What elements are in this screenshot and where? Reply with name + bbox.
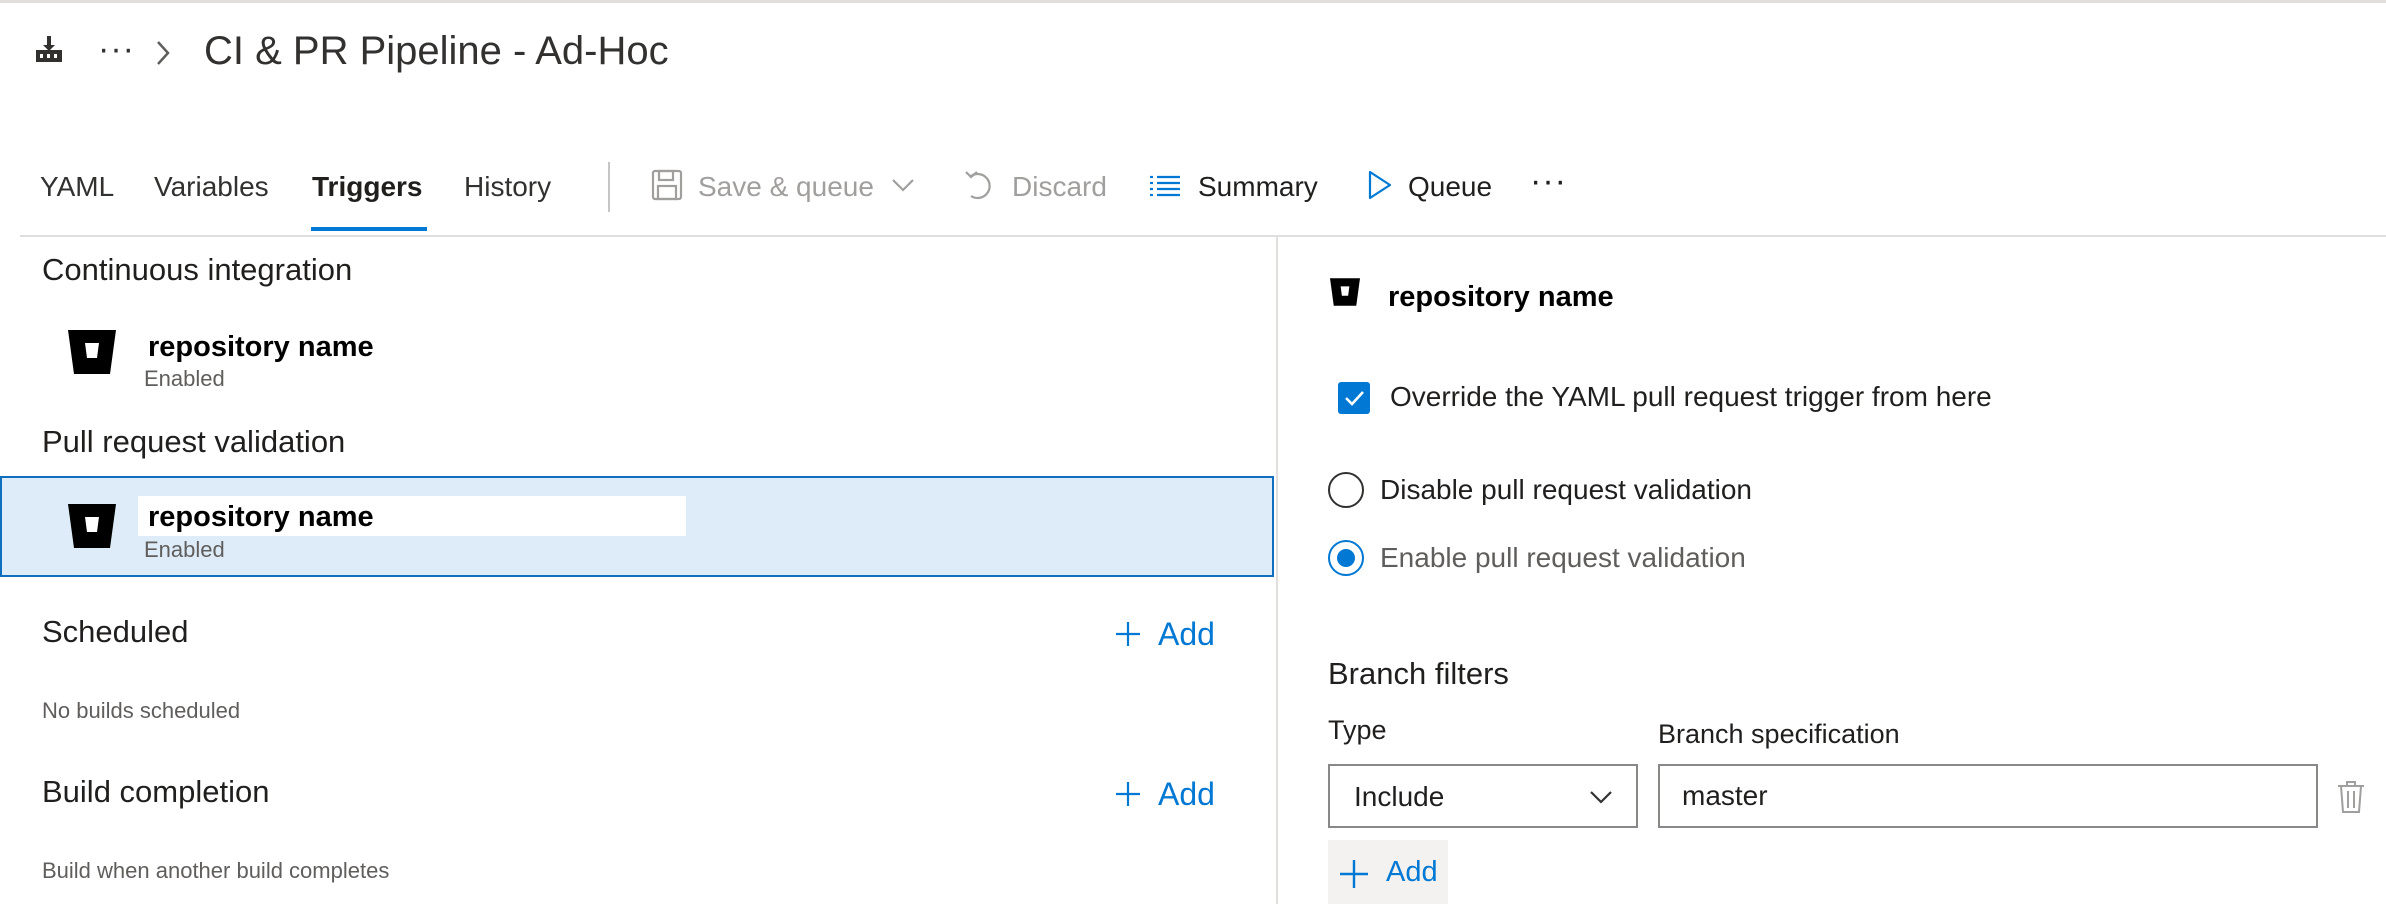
bitbucket-icon xyxy=(68,330,116,374)
pipeline-icon[interactable] xyxy=(34,34,64,64)
plus-icon xyxy=(1114,780,1142,808)
chevron-down-icon[interactable] xyxy=(886,168,920,202)
header-divider xyxy=(20,235,2386,237)
branch-spec-input[interactable] xyxy=(1682,778,2282,814)
disable-pr-label: Disable pull request validation xyxy=(1380,474,1752,505)
panel-divider xyxy=(1276,235,1278,904)
plus-icon xyxy=(1114,620,1142,648)
chevron-right-icon xyxy=(152,38,174,68)
save-icon xyxy=(650,168,684,202)
queue-button[interactable]: Queue xyxy=(1408,170,1492,204)
trash-icon[interactable] xyxy=(2336,780,2366,814)
top-border xyxy=(0,0,2386,3)
branch-filter-add-label: Add xyxy=(1386,856,1438,888)
branch-filter-add-button[interactable]: Add xyxy=(1328,840,1448,904)
build-completion-empty-text: Build when another build completes xyxy=(42,858,390,883)
type-dropdown-value: Include xyxy=(1354,781,1445,812)
radio-selected-dot xyxy=(1337,549,1355,567)
chevron-down-icon xyxy=(1588,786,1614,808)
ci-repo-name[interactable]: repository name xyxy=(148,330,374,364)
ci-heading: Continuous integration xyxy=(42,252,353,287)
bitbucket-icon xyxy=(68,504,116,548)
pr-repo-name[interactable]: repository name xyxy=(148,500,374,534)
plus-icon xyxy=(1338,858,1368,888)
pr-status: Enabled xyxy=(144,537,225,562)
summary-button[interactable]: Summary xyxy=(1198,170,1318,204)
branch-filters-title: Branch filters xyxy=(1328,656,1509,691)
tab-variables[interactable]: Variables xyxy=(154,170,269,204)
detail-repo-name: repository name xyxy=(1388,281,1614,313)
tab-yaml[interactable]: YAML xyxy=(40,170,114,204)
active-tab-indicator xyxy=(311,227,427,231)
discard-button[interactable]: Discard xyxy=(1012,170,1107,204)
scheduled-heading: Scheduled xyxy=(42,614,189,649)
type-dropdown[interactable]: Include xyxy=(1328,764,1638,828)
more-actions-button[interactable]: ··· xyxy=(1530,164,1567,198)
bitbucket-icon xyxy=(1330,278,1360,306)
override-checkbox[interactable] xyxy=(1338,382,1370,414)
breadcrumb-more-button[interactable]: ··· xyxy=(98,32,135,66)
play-icon xyxy=(1362,168,1396,202)
tab-history[interactable]: History xyxy=(464,170,551,204)
scheduled-add-button[interactable]: Add xyxy=(1158,616,1215,652)
pr-heading: Pull request validation xyxy=(42,424,346,459)
branch-spec-label: Branch specification xyxy=(1658,719,1900,749)
disable-pr-radio[interactable] xyxy=(1328,472,1364,508)
undo-icon xyxy=(962,168,996,202)
toolbar-separator xyxy=(608,162,610,212)
build-completion-add-button[interactable]: Add xyxy=(1158,776,1215,812)
enable-pr-label: Enable pull request validation xyxy=(1380,542,1746,573)
branch-spec-field[interactable] xyxy=(1658,764,2318,828)
list-icon xyxy=(1148,168,1182,202)
page-title: CI & PR Pipeline - Ad-Hoc xyxy=(204,29,669,73)
type-label: Type xyxy=(1328,715,1387,745)
ci-status: Enabled xyxy=(144,366,225,391)
scheduled-empty-text: No builds scheduled xyxy=(42,698,241,723)
tab-triggers[interactable]: Triggers xyxy=(312,170,422,204)
override-label: Override the YAML pull request trigger f… xyxy=(1390,381,1992,412)
save-queue-button[interactable]: Save & queue xyxy=(698,170,874,204)
enable-pr-radio[interactable] xyxy=(1328,540,1364,576)
build-completion-heading: Build completion xyxy=(42,774,270,809)
